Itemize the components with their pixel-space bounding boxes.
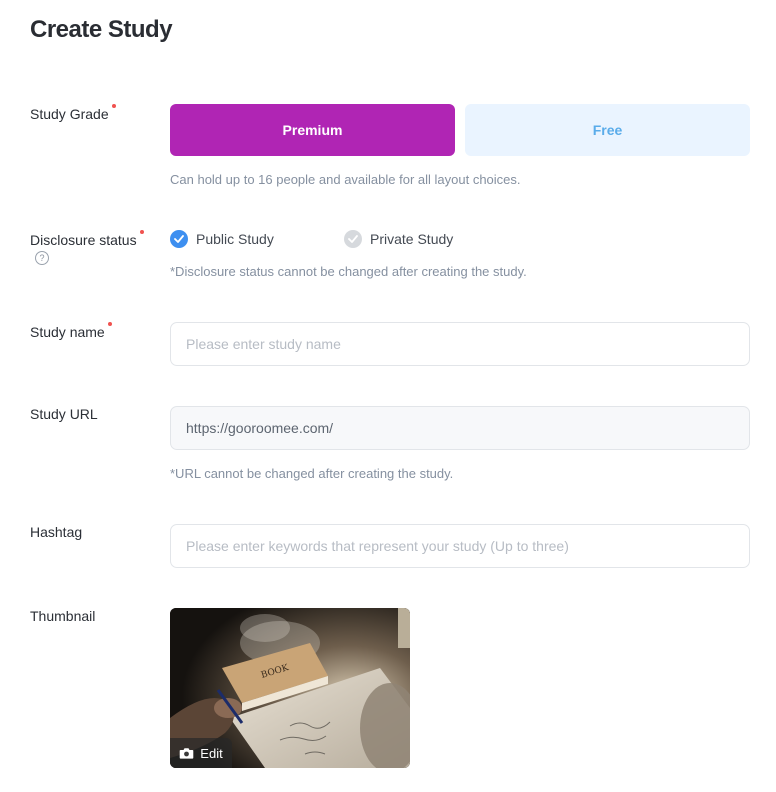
study-url-note: *URL cannot be changed after creating th… — [170, 466, 454, 481]
question-circle-icon[interactable]: ? — [35, 251, 49, 265]
study-grade-label-text: Study Grade — [30, 106, 109, 122]
hashtag-input[interactable] — [170, 524, 750, 568]
premium-grade-button[interactable]: Premium — [170, 104, 455, 156]
study-url-label: Study URL — [30, 406, 98, 422]
page-title: Create Study — [30, 16, 173, 43]
private-study-radio[interactable]: Private Study — [344, 230, 453, 248]
thumbnail-label: Thumbnail — [30, 608, 96, 624]
check-circle-icon — [170, 230, 188, 248]
camera-icon — [179, 748, 194, 759]
study-grade-label: Study Grade — [30, 104, 116, 122]
disclosure-note: *Disclosure status cannot be changed aft… — [170, 264, 527, 279]
public-study-label: Public Study — [196, 231, 274, 247]
edit-thumbnail-button[interactable]: Edit — [170, 738, 232, 768]
edit-label: Edit — [200, 745, 223, 761]
hashtag-label: Hashtag — [30, 524, 83, 540]
disclosure-status-label-text: Disclosure status — [30, 232, 137, 248]
study-url-input[interactable] — [170, 406, 750, 450]
study-name-label: Study name — [30, 322, 112, 340]
study-name-label-text: Study name — [30, 324, 105, 340]
required-dot — [139, 230, 144, 234]
private-study-label: Private Study — [370, 231, 454, 247]
grade-hint: Can hold up to 16 people and available f… — [170, 172, 521, 187]
required-dot — [107, 322, 112, 326]
study-name-input[interactable] — [170, 322, 750, 366]
check-circle-icon — [344, 230, 362, 248]
thumbnail-image: BOOK Edit — [170, 608, 410, 768]
disclosure-status-label: Disclosure status — [30, 230, 144, 248]
public-study-radio[interactable]: Public Study — [170, 230, 274, 248]
required-dot — [111, 104, 116, 108]
free-grade-button[interactable]: Free — [465, 104, 750, 156]
